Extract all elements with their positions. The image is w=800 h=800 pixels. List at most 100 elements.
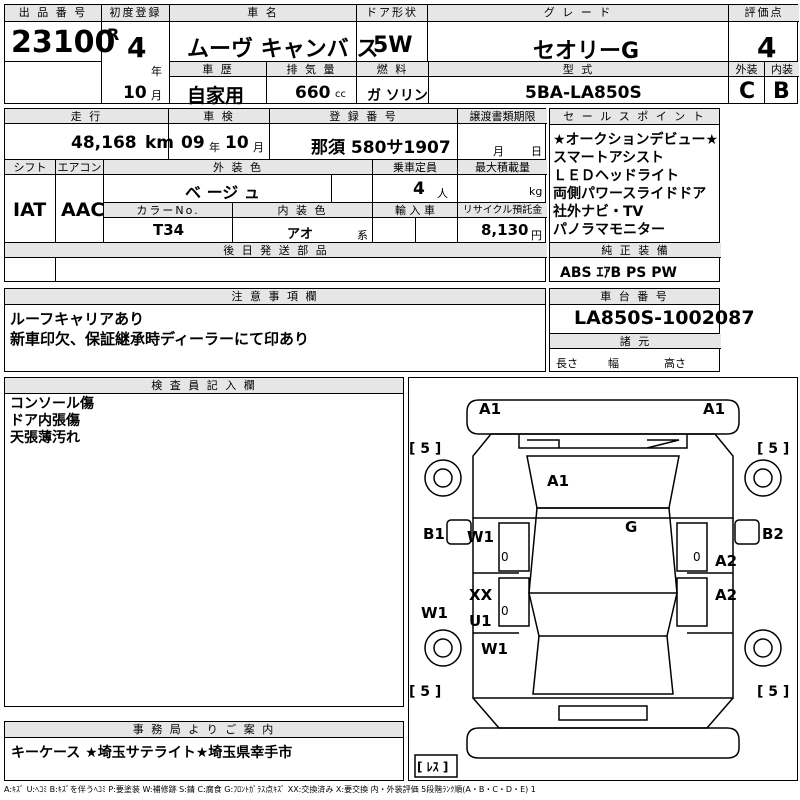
color-no-label: カラーNo. xyxy=(104,203,232,218)
model-label: 型 式 xyxy=(429,62,728,77)
sales-points-label: セ ー ル ス ポ イ ン ト xyxy=(550,109,719,125)
damage-mark: G xyxy=(625,518,638,536)
sales-point-item: ＬＥＤヘッドライト xyxy=(553,168,679,184)
displacement-unit: cc xyxy=(335,89,346,100)
car-outline xyxy=(414,399,782,778)
equipment: ABS ｴｱB PS PW xyxy=(560,265,677,281)
damage-mark: A2 xyxy=(715,552,738,570)
damage-mark: A1 xyxy=(703,400,726,418)
damage-mark: A1 xyxy=(547,472,570,490)
notes-label: 注 意 事 項 欄 xyxy=(5,289,545,305)
chassis-label: 車 台 番 号 xyxy=(550,289,719,305)
exterior-label: 外装 xyxy=(729,62,764,77)
grade-label: グ レ ー ド xyxy=(428,5,728,22)
insp-year-unit: 年 xyxy=(209,141,220,154)
note-line: ルーフキャリアあり xyxy=(10,310,145,328)
insp-year: 09 xyxy=(181,133,205,153)
model: 5BA-LA850S xyxy=(525,83,642,103)
capacity-unit: 人 xyxy=(437,187,448,200)
notes-list: ルーフキャリアあり 新車印欠、保証継承時ディーラーにて印あり xyxy=(10,309,309,349)
exterior-grade: C xyxy=(739,79,756,104)
color-no: T34 xyxy=(153,221,185,239)
inspector-label: 検 査 員 記 入 欄 xyxy=(5,378,403,394)
inspector-list: コンソール傷 ドア内張傷 天張薄汚れ xyxy=(10,396,94,447)
history-label: 車 歴 xyxy=(170,62,266,77)
import-label: 輸 入 車 xyxy=(373,203,457,218)
lot-no: 23100 xyxy=(11,25,116,60)
damage-mark: XX xyxy=(469,586,493,604)
interior-grade: B xyxy=(773,79,790,104)
insp-month-unit: 月 xyxy=(253,141,264,154)
interior-label: 内装 xyxy=(765,62,799,77)
inspector-box: 検 査 員 記 入 欄 コンソール傷 ドア内張傷 天張薄汚れ xyxy=(4,377,404,707)
sales-points-list: ★オークションデビュー★ スマートアシスト ＬＥＤヘッドライト 両側パワースライ… xyxy=(553,131,718,239)
sales-point-item: 両側パワースライドドア xyxy=(553,186,707,202)
damage-mark: W1 xyxy=(421,604,448,622)
inspector-line: コンソール傷 xyxy=(10,396,94,412)
sales-point-item: 社外ナビ・TV xyxy=(553,204,644,220)
damage-mark: A1 xyxy=(479,400,502,418)
height-label: 高さ xyxy=(664,357,686,370)
era-mark: R xyxy=(107,25,120,44)
specs-label: 諸 元 xyxy=(550,334,721,349)
capacity-label: 乗車定員 xyxy=(373,160,457,175)
mileage-label: 走 行 xyxy=(5,109,168,124)
recycle: 8,130 xyxy=(481,221,529,239)
legend: A:ｷｽﾞ U:ﾍｺﾐ B:ｷｽﾞを伴うﾍｺﾐ P:要塗装 W:補修跡 S:錆 … xyxy=(4,785,536,794)
score: 4 xyxy=(757,31,777,64)
reg-year: 4 xyxy=(127,31,147,64)
sales-point-item: スマートアシスト xyxy=(553,150,665,166)
reg-month: 10 xyxy=(123,83,147,103)
insp-month: 10 xyxy=(225,133,249,153)
reg-year-unit: 年 xyxy=(151,65,162,78)
displacement: 660 xyxy=(295,83,331,103)
inspector-line: 天張薄汚れ xyxy=(10,430,80,446)
transfer-day-unit: 日 xyxy=(531,145,542,158)
load-unit: kg xyxy=(529,185,543,198)
damage-diagram: A1 A1 A1 G B1 W1 A2 B2 XX U1 A2 W1 W1 0 … xyxy=(408,377,798,781)
inspection-label: 車 検 xyxy=(169,109,269,124)
details-block: 走 行 車 検 登 録 番 号 譲渡書類期限 48,168 km 09 年 10… xyxy=(4,108,547,282)
shift-label: シフト xyxy=(5,160,55,175)
color: ベ ージ ュ xyxy=(185,183,260,202)
tire-depth-front-right: [ 5 ] xyxy=(757,441,790,457)
zero-mark: 0 xyxy=(501,604,509,618)
ac-label: エアコン xyxy=(56,160,103,175)
history: 自家用 xyxy=(187,85,245,107)
reg-no: 那須 580サ1907 xyxy=(311,138,451,158)
damage-mark: U1 xyxy=(469,612,492,630)
fuel-label: 燃 料 xyxy=(357,62,428,77)
score-label: 評価点 xyxy=(729,5,799,22)
spare-tire: [ ﾚｽ ] xyxy=(417,760,449,774)
door-label: ドア形状 xyxy=(357,5,427,22)
inspector-line: ドア内張傷 xyxy=(10,413,80,429)
first-reg-label: 初度登録 xyxy=(102,5,169,22)
int-color-unit: 系 xyxy=(357,229,368,242)
sales-point-item: ★オークションデビュー★ xyxy=(553,132,719,148)
office-text: キーケース ★埼玉サテライト★埼玉県幸手市 xyxy=(11,745,293,761)
damage-mark: A2 xyxy=(715,586,738,604)
later-parts-label: 後 日 発 送 部 品 xyxy=(5,243,547,258)
recycle-unit: 円 xyxy=(531,229,542,242)
int-color: アオ xyxy=(287,227,314,242)
office-label: 事 務 局 よ り ご 案 内 xyxy=(5,722,403,738)
tire-depth-rear-left: [ 5 ] xyxy=(409,684,442,700)
sales-point-item: パノラマモニター xyxy=(553,222,665,238)
zero-mark: 0 xyxy=(501,550,509,564)
tire-depth-rear-right: [ 5 ] xyxy=(757,684,790,700)
displacement-label: 排 気 量 xyxy=(267,62,356,77)
car-name-label: 車 名 xyxy=(170,5,356,22)
zero-mark: 0 xyxy=(693,550,701,564)
reg-no-label: 登 録 番 号 xyxy=(270,109,457,124)
ac: AAC xyxy=(61,199,105,221)
tire-depth-front-left: [ 5 ] xyxy=(409,441,442,457)
transfer-month-unit: 月 xyxy=(493,145,504,158)
shift: IAT xyxy=(13,199,47,221)
fuel: ガ ソリン xyxy=(367,88,428,104)
sales-points-box: セ ー ル ス ポ イ ン ト ★オークションデビュー★ スマートアシスト ＬＥ… xyxy=(549,108,721,282)
load-label: 最大積載量 xyxy=(458,160,547,175)
equipment-label: 純 正 装 備 xyxy=(550,243,721,258)
car-name: ムーヴ キャンバ ス xyxy=(187,37,379,62)
door-type: 5W xyxy=(373,33,413,58)
damage-mark: W1 xyxy=(467,528,494,546)
